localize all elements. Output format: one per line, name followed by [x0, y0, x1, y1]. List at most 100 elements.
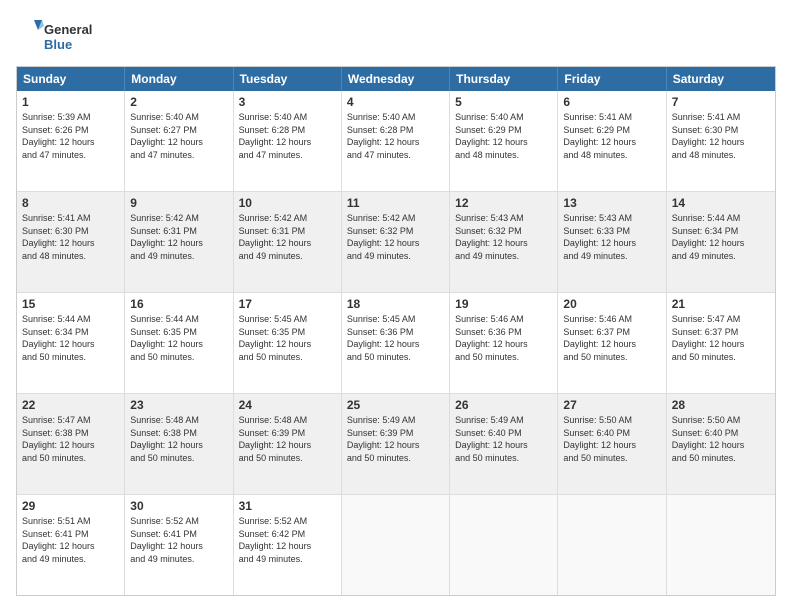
- cell-info: Sunrise: 5:40 AMSunset: 6:28 PMDaylight:…: [347, 111, 444, 161]
- day-number: 2: [130, 94, 227, 110]
- day-number: 4: [347, 94, 444, 110]
- day-number: 16: [130, 296, 227, 312]
- day-number: 5: [455, 94, 552, 110]
- calendar-week-2: 8Sunrise: 5:41 AMSunset: 6:30 PMDaylight…: [17, 191, 775, 292]
- cell-info: Sunrise: 5:52 AMSunset: 6:42 PMDaylight:…: [239, 515, 336, 565]
- calendar-week-3: 15Sunrise: 5:44 AMSunset: 6:34 PMDayligh…: [17, 292, 775, 393]
- cal-cell-16: 16Sunrise: 5:44 AMSunset: 6:35 PMDayligh…: [125, 293, 233, 393]
- cell-info: Sunrise: 5:41 AMSunset: 6:30 PMDaylight:…: [22, 212, 119, 262]
- cell-info: Sunrise: 5:45 AMSunset: 6:36 PMDaylight:…: [347, 313, 444, 363]
- cell-info: Sunrise: 5:49 AMSunset: 6:39 PMDaylight:…: [347, 414, 444, 464]
- header-day-tuesday: Tuesday: [234, 67, 342, 91]
- cal-cell-30: 30Sunrise: 5:52 AMSunset: 6:41 PMDayligh…: [125, 495, 233, 595]
- day-number: 14: [672, 195, 770, 211]
- cal-cell-6: 6Sunrise: 5:41 AMSunset: 6:29 PMDaylight…: [558, 91, 666, 191]
- calendar-week-1: 1Sunrise: 5:39 AMSunset: 6:26 PMDaylight…: [17, 91, 775, 191]
- cal-cell-15: 15Sunrise: 5:44 AMSunset: 6:34 PMDayligh…: [17, 293, 125, 393]
- calendar-body: 1Sunrise: 5:39 AMSunset: 6:26 PMDaylight…: [17, 91, 775, 595]
- cal-cell-8: 8Sunrise: 5:41 AMSunset: 6:30 PMDaylight…: [17, 192, 125, 292]
- cell-info: Sunrise: 5:46 AMSunset: 6:36 PMDaylight:…: [455, 313, 552, 363]
- cal-cell-31: 31Sunrise: 5:52 AMSunset: 6:42 PMDayligh…: [234, 495, 342, 595]
- day-number: 7: [672, 94, 770, 110]
- cell-info: Sunrise: 5:46 AMSunset: 6:37 PMDaylight:…: [563, 313, 660, 363]
- header-day-saturday: Saturday: [667, 67, 775, 91]
- cal-cell-26: 26Sunrise: 5:49 AMSunset: 6:40 PMDayligh…: [450, 394, 558, 494]
- cal-cell-22: 22Sunrise: 5:47 AMSunset: 6:38 PMDayligh…: [17, 394, 125, 494]
- day-number: 6: [563, 94, 660, 110]
- day-number: 1: [22, 94, 119, 110]
- cell-info: Sunrise: 5:50 AMSunset: 6:40 PMDaylight:…: [563, 414, 660, 464]
- cal-cell-empty: [667, 495, 775, 595]
- cal-cell-12: 12Sunrise: 5:43 AMSunset: 6:32 PMDayligh…: [450, 192, 558, 292]
- cal-cell-25: 25Sunrise: 5:49 AMSunset: 6:39 PMDayligh…: [342, 394, 450, 494]
- cell-info: Sunrise: 5:42 AMSunset: 6:32 PMDaylight:…: [347, 212, 444, 262]
- calendar-header: SundayMondayTuesdayWednesdayThursdayFrid…: [17, 67, 775, 91]
- day-number: 8: [22, 195, 119, 211]
- day-number: 10: [239, 195, 336, 211]
- cal-cell-5: 5Sunrise: 5:40 AMSunset: 6:29 PMDaylight…: [450, 91, 558, 191]
- cal-cell-2: 2Sunrise: 5:40 AMSunset: 6:27 PMDaylight…: [125, 91, 233, 191]
- cal-cell-14: 14Sunrise: 5:44 AMSunset: 6:34 PMDayligh…: [667, 192, 775, 292]
- day-number: 3: [239, 94, 336, 110]
- logo-svg: General Blue: [16, 16, 106, 56]
- day-number: 30: [130, 498, 227, 514]
- cal-cell-7: 7Sunrise: 5:41 AMSunset: 6:30 PMDaylight…: [667, 91, 775, 191]
- cal-cell-13: 13Sunrise: 5:43 AMSunset: 6:33 PMDayligh…: [558, 192, 666, 292]
- day-number: 9: [130, 195, 227, 211]
- cal-cell-17: 17Sunrise: 5:45 AMSunset: 6:35 PMDayligh…: [234, 293, 342, 393]
- cell-info: Sunrise: 5:41 AMSunset: 6:30 PMDaylight:…: [672, 111, 770, 161]
- cell-info: Sunrise: 5:47 AMSunset: 6:38 PMDaylight:…: [22, 414, 119, 464]
- cal-cell-18: 18Sunrise: 5:45 AMSunset: 6:36 PMDayligh…: [342, 293, 450, 393]
- page: General Blue SundayMondayTuesdayWednesda…: [0, 0, 792, 612]
- cell-info: Sunrise: 5:43 AMSunset: 6:33 PMDaylight:…: [563, 212, 660, 262]
- day-number: 18: [347, 296, 444, 312]
- cal-cell-empty: [558, 495, 666, 595]
- day-number: 20: [563, 296, 660, 312]
- day-number: 21: [672, 296, 770, 312]
- day-number: 15: [22, 296, 119, 312]
- day-number: 13: [563, 195, 660, 211]
- header-day-monday: Monday: [125, 67, 233, 91]
- cell-info: Sunrise: 5:45 AMSunset: 6:35 PMDaylight:…: [239, 313, 336, 363]
- cal-cell-21: 21Sunrise: 5:47 AMSunset: 6:37 PMDayligh…: [667, 293, 775, 393]
- cell-info: Sunrise: 5:44 AMSunset: 6:34 PMDaylight:…: [672, 212, 770, 262]
- day-number: 23: [130, 397, 227, 413]
- cell-info: Sunrise: 5:48 AMSunset: 6:39 PMDaylight:…: [239, 414, 336, 464]
- cal-cell-19: 19Sunrise: 5:46 AMSunset: 6:36 PMDayligh…: [450, 293, 558, 393]
- cal-cell-10: 10Sunrise: 5:42 AMSunset: 6:31 PMDayligh…: [234, 192, 342, 292]
- day-number: 31: [239, 498, 336, 514]
- cal-cell-20: 20Sunrise: 5:46 AMSunset: 6:37 PMDayligh…: [558, 293, 666, 393]
- calendar-week-4: 22Sunrise: 5:47 AMSunset: 6:38 PMDayligh…: [17, 393, 775, 494]
- cell-info: Sunrise: 5:51 AMSunset: 6:41 PMDaylight:…: [22, 515, 119, 565]
- cell-info: Sunrise: 5:42 AMSunset: 6:31 PMDaylight:…: [239, 212, 336, 262]
- cell-info: Sunrise: 5:44 AMSunset: 6:35 PMDaylight:…: [130, 313, 227, 363]
- day-number: 22: [22, 397, 119, 413]
- cell-info: Sunrise: 5:52 AMSunset: 6:41 PMDaylight:…: [130, 515, 227, 565]
- header-day-friday: Friday: [558, 67, 666, 91]
- cell-info: Sunrise: 5:43 AMSunset: 6:32 PMDaylight:…: [455, 212, 552, 262]
- cal-cell-9: 9Sunrise: 5:42 AMSunset: 6:31 PMDaylight…: [125, 192, 233, 292]
- logo: General Blue: [16, 16, 106, 56]
- cell-info: Sunrise: 5:41 AMSunset: 6:29 PMDaylight:…: [563, 111, 660, 161]
- cell-info: Sunrise: 5:49 AMSunset: 6:40 PMDaylight:…: [455, 414, 552, 464]
- header-day-sunday: Sunday: [17, 67, 125, 91]
- cell-info: Sunrise: 5:42 AMSunset: 6:31 PMDaylight:…: [130, 212, 227, 262]
- day-number: 27: [563, 397, 660, 413]
- cal-cell-4: 4Sunrise: 5:40 AMSunset: 6:28 PMDaylight…: [342, 91, 450, 191]
- svg-text:General: General: [44, 22, 92, 37]
- svg-text:Blue: Blue: [44, 37, 72, 52]
- cal-cell-23: 23Sunrise: 5:48 AMSunset: 6:38 PMDayligh…: [125, 394, 233, 494]
- header: General Blue: [16, 16, 776, 56]
- cal-cell-3: 3Sunrise: 5:40 AMSunset: 6:28 PMDaylight…: [234, 91, 342, 191]
- cal-cell-28: 28Sunrise: 5:50 AMSunset: 6:40 PMDayligh…: [667, 394, 775, 494]
- day-number: 19: [455, 296, 552, 312]
- day-number: 24: [239, 397, 336, 413]
- header-day-thursday: Thursday: [450, 67, 558, 91]
- cell-info: Sunrise: 5:40 AMSunset: 6:29 PMDaylight:…: [455, 111, 552, 161]
- cal-cell-11: 11Sunrise: 5:42 AMSunset: 6:32 PMDayligh…: [342, 192, 450, 292]
- day-number: 12: [455, 195, 552, 211]
- cell-info: Sunrise: 5:44 AMSunset: 6:34 PMDaylight:…: [22, 313, 119, 363]
- day-number: 25: [347, 397, 444, 413]
- cal-cell-empty: [342, 495, 450, 595]
- cell-info: Sunrise: 5:50 AMSunset: 6:40 PMDaylight:…: [672, 414, 770, 464]
